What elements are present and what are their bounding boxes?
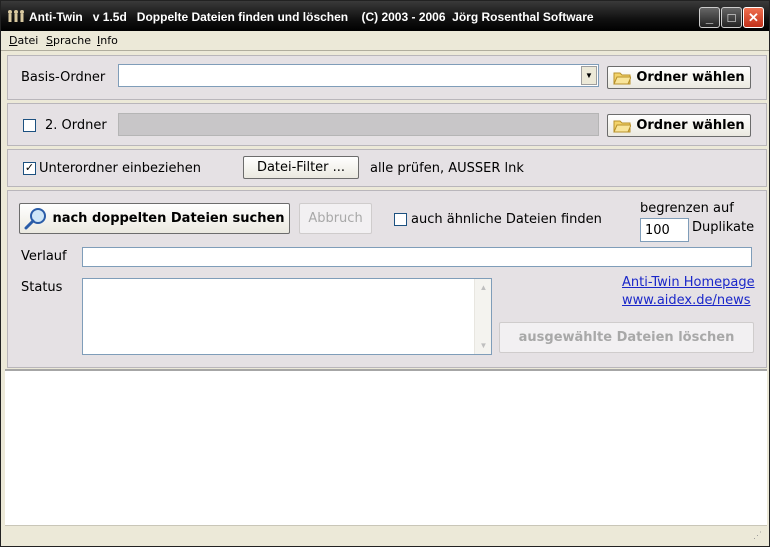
subfolder-label: Unterordner einbeziehen bbox=[39, 161, 201, 176]
subfolder-checkbox[interactable]: ✓ bbox=[23, 162, 36, 175]
close-button[interactable]: ✕ bbox=[743, 7, 764, 28]
status-textarea[interactable]: ▲ ▼ bbox=[82, 278, 492, 355]
abort-button[interactable]: Abbruch bbox=[299, 203, 372, 234]
file-filter-button[interactable]: Datei-Filter ... bbox=[243, 156, 359, 179]
title-bar[interactable]: Anti-Twin v 1.5d Doppelte Dateien finden… bbox=[1, 1, 769, 31]
folder-icon bbox=[613, 119, 632, 133]
second-folder-label: 2. Ordner bbox=[45, 118, 107, 133]
results-list[interactable] bbox=[5, 369, 767, 525]
choose-basis-folder-label: Ordner wählen bbox=[636, 70, 745, 85]
subfolder-panel: ✓ Unterordner einbeziehen Datei-Filter .… bbox=[7, 149, 767, 187]
menu-bar: Datei Sprache Info bbox=[1, 31, 769, 51]
chevron-down-icon[interactable]: ▼ bbox=[581, 66, 597, 85]
limit-suffix-label: Duplikate bbox=[692, 220, 755, 235]
search-duplicates-button[interactable]: nach doppelten Dateien suchen bbox=[19, 203, 290, 234]
similar-files-checkbox[interactable] bbox=[394, 213, 407, 226]
progress-bar bbox=[82, 247, 752, 267]
progress-label: Verlauf bbox=[21, 249, 67, 264]
delete-selected-button[interactable]: ausgewählte Dateien löschen bbox=[499, 322, 754, 353]
app-people-icon bbox=[7, 9, 24, 23]
window-title: Anti-Twin v 1.5d Doppelte Dateien finden… bbox=[29, 10, 594, 24]
status-scrollbar[interactable]: ▲ ▼ bbox=[474, 279, 491, 354]
limit-label: begrenzen auf bbox=[640, 201, 734, 216]
choose-second-folder-button[interactable]: Ordner wählen bbox=[607, 114, 751, 137]
search-panel: nach doppelten Dateien suchen Abbruch au… bbox=[7, 190, 767, 368]
homepage-link[interactable]: Anti-Twin Homepage bbox=[622, 275, 755, 290]
app-window: Anti-Twin v 1.5d Doppelte Dateien finden… bbox=[0, 0, 770, 547]
similar-files-label: auch ähnliche Dateien finden bbox=[411, 212, 602, 227]
main-content: Basis-Ordner ▼ Ordner wählen 2. Ordner O… bbox=[5, 53, 767, 544]
menu-sprache[interactable]: Sprache bbox=[46, 34, 91, 47]
menu-datei[interactable]: Datei bbox=[9, 34, 38, 47]
status-bar: ⋰ bbox=[5, 525, 767, 544]
search-duplicates-label: nach doppelten Dateien suchen bbox=[52, 211, 285, 226]
basis-folder-panel: Basis-Ordner ▼ Ordner wählen bbox=[7, 55, 767, 100]
maximize-button[interactable]: □ bbox=[721, 7, 742, 28]
scroll-up-icon[interactable]: ▲ bbox=[476, 280, 491, 295]
basis-folder-label: Basis-Ordner bbox=[21, 70, 106, 85]
minimize-button[interactable]: _ bbox=[699, 7, 720, 28]
choose-basis-folder-button[interactable]: Ordner wählen bbox=[607, 66, 751, 89]
second-folder-input bbox=[118, 113, 599, 136]
second-folder-panel: 2. Ordner Ordner wählen bbox=[7, 103, 767, 146]
status-label: Status bbox=[21, 280, 63, 295]
basis-folder-combobox[interactable]: ▼ bbox=[118, 64, 599, 87]
resize-grip-icon[interactable]: ⋰ bbox=[753, 530, 765, 542]
news-link[interactable]: www.aidex.de/news bbox=[622, 293, 751, 308]
magnifier-icon bbox=[24, 207, 48, 231]
second-folder-checkbox[interactable] bbox=[23, 119, 36, 132]
limit-input[interactable]: 100 bbox=[640, 218, 689, 242]
menu-info[interactable]: Info bbox=[97, 34, 118, 47]
filter-info-text: alle prüfen, AUSSER lnk bbox=[370, 161, 524, 176]
folder-icon bbox=[613, 71, 632, 85]
choose-second-folder-label: Ordner wählen bbox=[636, 118, 745, 133]
scroll-down-icon[interactable]: ▼ bbox=[476, 338, 491, 353]
